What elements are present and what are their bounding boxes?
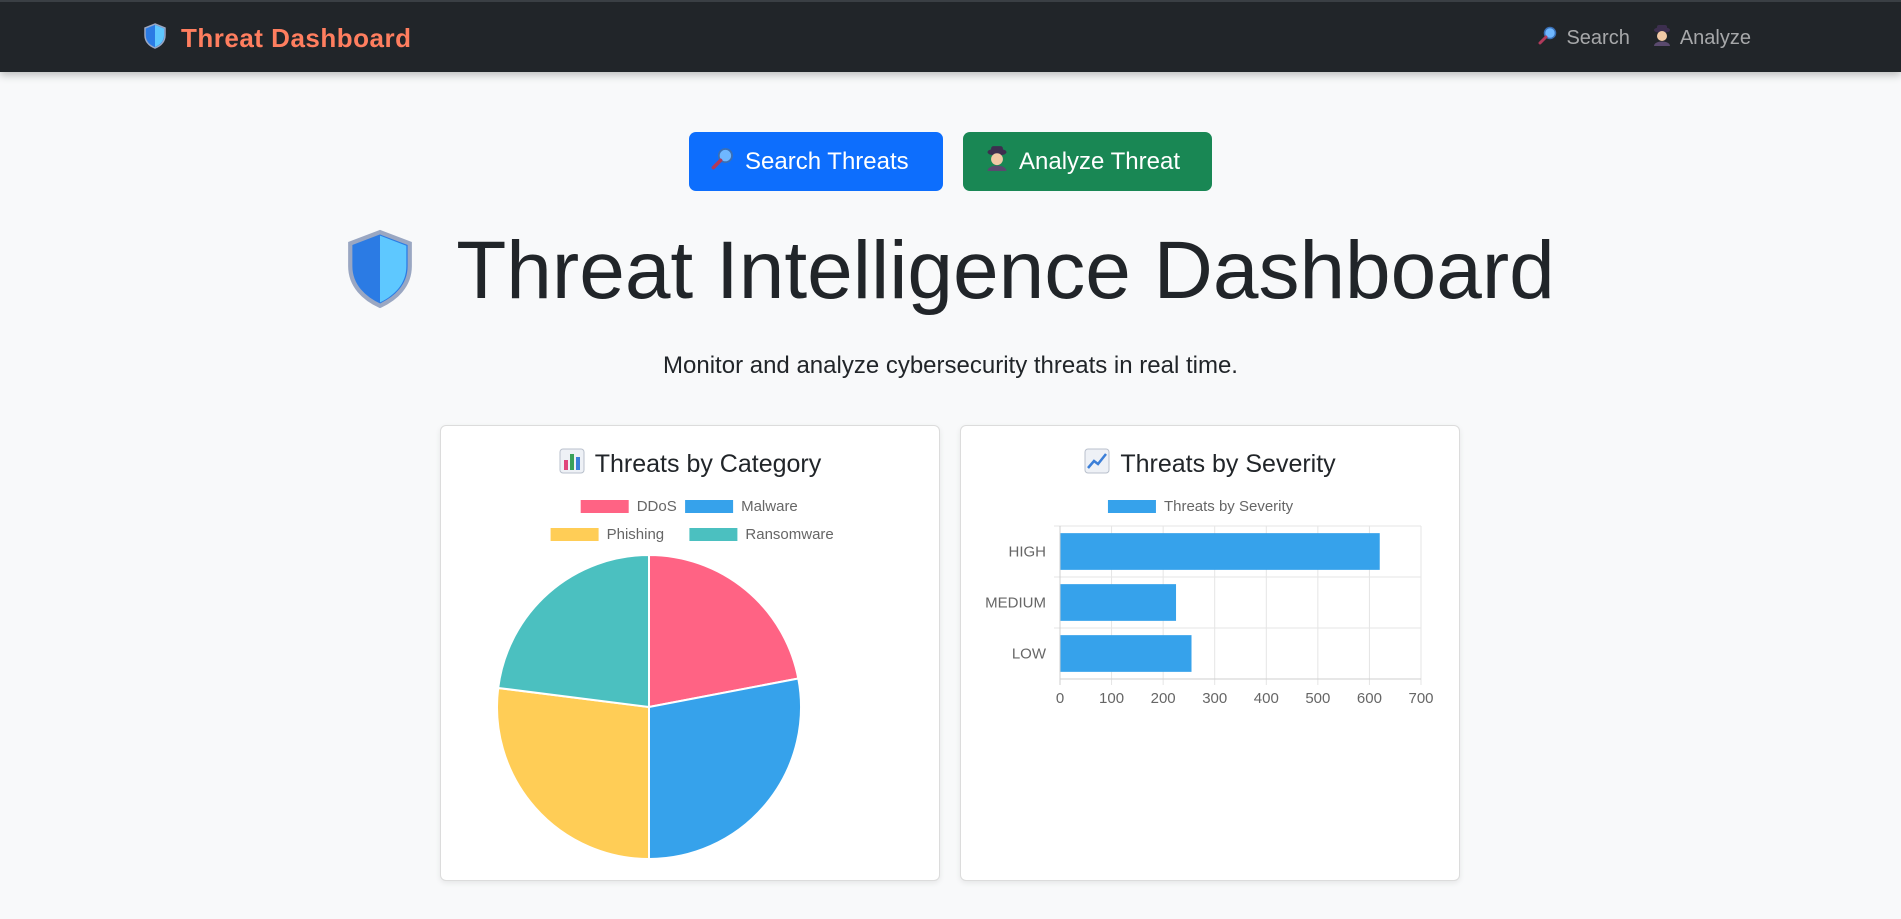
severity-chart-card: Threats by Severity Threats by Severity 0…: [960, 425, 1460, 881]
legend-label-malware[interactable]: Malware: [741, 498, 798, 515]
search-threats-label: Search Threats: [745, 147, 909, 175]
bar-low[interactable]: [1060, 635, 1192, 672]
navbar: Threat Dashboard Search Analyze: [0, 0, 1901, 72]
x-tick-label: 100: [1099, 690, 1124, 707]
nav-link-search-label: Search: [1566, 26, 1630, 49]
pie-slice-malware[interactable]: [648, 677, 802, 861]
page-title: Threat Intelligence Dashboard: [456, 225, 1555, 316]
severity-bar-chart: Threats by Severity 0 100 200 300 400 500 600 70…: [985, 498, 1433, 707]
legend-label-phishing[interactable]: Phishing: [607, 526, 665, 543]
page-subtitle: Monitor and analyze cybersecurity threat…: [663, 352, 1238, 379]
nav-links: Search Analyze: [1538, 24, 1751, 52]
detective-icon: [985, 145, 1009, 178]
x-tick-label: 500: [1305, 690, 1330, 707]
legend-swatch-phishing[interactable]: [550, 528, 599, 541]
pie-slice-ransomware[interactable]: [497, 553, 650, 709]
y-tick-label-low: LOW: [1012, 646, 1047, 663]
nav-link-analyze[interactable]: Analyze: [1652, 24, 1751, 52]
magnifier-icon: [1538, 25, 1558, 51]
legend-swatch-ransomware[interactable]: [689, 528, 738, 541]
category-chart-card: Threats by Category DDoS Malware Phishing R…: [440, 425, 940, 881]
legend-label-ransomware[interactable]: Ransomware: [745, 526, 833, 543]
bar-high[interactable]: [1060, 533, 1380, 570]
x-tick-label: 200: [1151, 690, 1176, 707]
legend-label-severity[interactable]: Threats by Severity: [1164, 498, 1294, 515]
category-pie-chart: DDoS Malware Phishing Ransomware: [496, 498, 834, 861]
hero: Threat Intelligence Dashboard: [0, 224, 1901, 318]
analyze-threat-button[interactable]: Analyze Threat: [963, 132, 1212, 191]
x-tick-label: 0: [1056, 690, 1064, 707]
action-buttons: Search Threats Analyze Threat: [0, 132, 1901, 191]
legend-label-ddos[interactable]: DDoS: [637, 498, 677, 515]
x-tick-label: 300: [1202, 690, 1227, 707]
legend-swatch-severity[interactable]: [1107, 500, 1156, 513]
shield-icon: [143, 22, 167, 54]
x-tick-label: 600: [1357, 690, 1382, 707]
search-threats-button[interactable]: Search Threats: [689, 132, 943, 191]
y-tick-label-high: HIGH: [1009, 544, 1047, 561]
detective-icon: [1652, 24, 1672, 52]
brand-text: Threat Dashboard: [181, 22, 412, 53]
analyze-threat-label: Analyze Threat: [1019, 147, 1180, 175]
legend-swatch-ddos[interactable]: [580, 500, 629, 513]
brand-link[interactable]: Threat Dashboard: [143, 20, 412, 56]
y-tick-label-medium: MEDIUM: [985, 595, 1046, 612]
shield-icon: [346, 229, 414, 314]
x-tick-label: 400: [1254, 690, 1279, 707]
x-tick-label: 700: [1408, 690, 1433, 707]
nav-link-analyze-label: Analyze: [1679, 26, 1751, 49]
magnifier-icon: [711, 146, 735, 177]
pie-slice-phishing[interactable]: [496, 686, 650, 861]
nav-link-search[interactable]: Search: [1538, 25, 1630, 51]
bar-medium[interactable]: [1060, 584, 1177, 621]
legend-swatch-malware[interactable]: [685, 500, 734, 513]
